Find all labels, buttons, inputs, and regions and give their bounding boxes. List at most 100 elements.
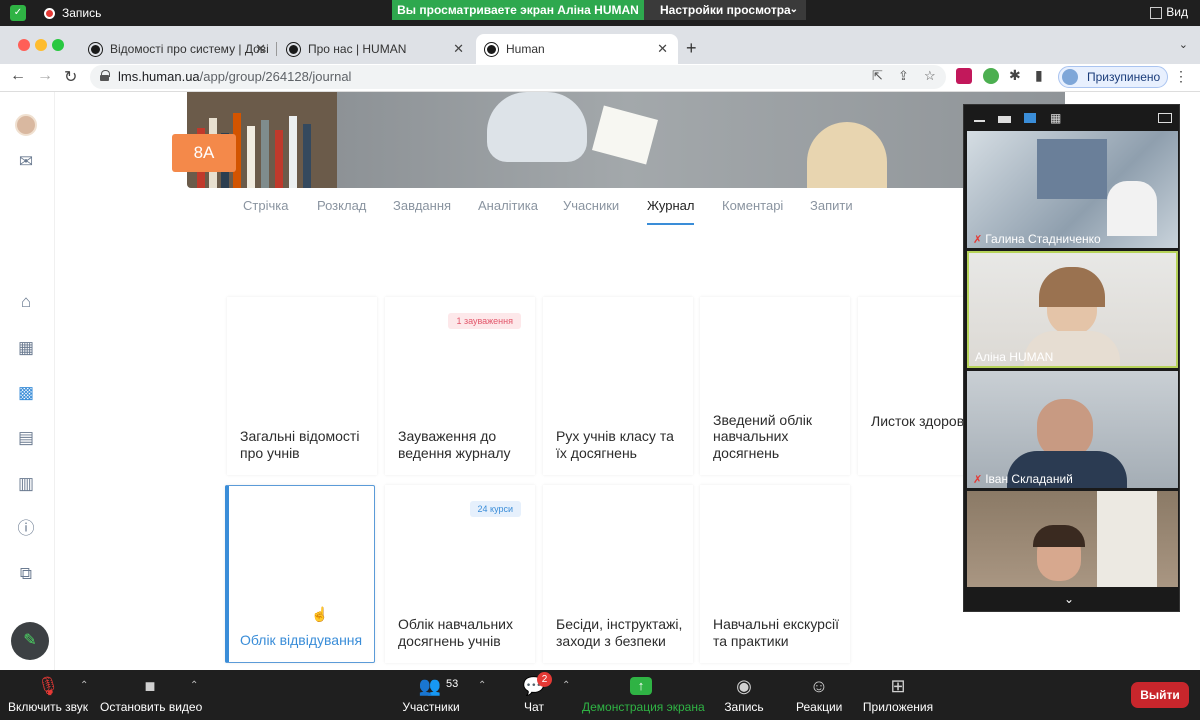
participant-tile-speaking[interactable]: Аліна HUMAN	[967, 251, 1178, 368]
apps-button[interactable]: ⊞ Приложения	[862, 670, 934, 720]
tab-tasks[interactable]: Завдання	[393, 198, 451, 213]
video-panel-header: ▦	[964, 105, 1181, 131]
window-close-button[interactable]	[18, 39, 30, 51]
tab-feed[interactable]: Стрічка	[243, 198, 288, 213]
journal-card[interactable]: 1 зауваження Зауваження до ведення журна…	[385, 297, 535, 475]
stop-video-button[interactable]: ■ Остановить видео	[100, 670, 202, 720]
browser-tab[interactable]: Відомості про систему | Дові ✕	[80, 34, 277, 64]
participant-tile[interactable]	[967, 491, 1178, 587]
tab-list-chevron-icon[interactable]: ⌄	[1179, 38, 1188, 51]
reactions-button[interactable]: ☺ Реакции	[796, 670, 842, 720]
chevron-down-icon: ⌄	[789, 4, 798, 15]
tab-schedule[interactable]: Розклад	[317, 198, 366, 213]
tab-analytics[interactable]: Аналітика	[478, 198, 538, 213]
close-tab-icon[interactable]: ✕	[453, 34, 464, 64]
participants-icon: 👥	[418, 676, 442, 696]
user-avatar[interactable]	[15, 114, 37, 136]
journal-card[interactable]: Зведений облік навчальних досягнень	[700, 297, 850, 475]
courses-badge: 24 курси	[469, 501, 521, 517]
browser-tab-active[interactable]: Human ✕	[476, 34, 678, 64]
participants-options-chevron-icon[interactable]: ⌃	[478, 680, 486, 691]
mic-muted-icon: ✗	[973, 474, 983, 486]
tab-title: Відомості про систему | Дові	[110, 42, 269, 56]
record-button[interactable]: ◉ Запись	[722, 670, 766, 720]
info-icon[interactable]: ⓘ	[16, 519, 36, 539]
address-bar[interactable]: lms.human.ua/app/group/264128/journal ⇱ …	[90, 65, 946, 89]
security-shield-icon[interactable]: ✓	[10, 5, 26, 21]
journal-card-selected[interactable]: Облік відвідування ☝	[225, 485, 375, 663]
journal-card[interactable]: 24 курси Облік навчальних досягнень учні…	[385, 485, 535, 663]
browser-menu-icon[interactable]: ⋮	[1174, 68, 1188, 85]
analytics-bar-icon[interactable]: ▥	[16, 474, 36, 494]
back-icon[interactable]: ←	[10, 67, 26, 85]
gallery-view-icon[interactable]: ▦	[1050, 111, 1061, 125]
clipboard-icon[interactable]: ▤	[16, 428, 36, 448]
participant-tile[interactable]: ✗ Галина Стадниченко	[967, 131, 1178, 248]
pencil-icon[interactable]: ✎	[11, 622, 49, 660]
browser-toolbar: ← → ↻ lms.human.ua/app/group/264128/jour…	[0, 64, 1200, 92]
close-tab-icon[interactable]: ✕	[657, 34, 668, 64]
card-title: Навчальні екскурсії та практики	[713, 616, 839, 649]
journal-card[interactable]: Навчальні екскурсії та практики	[700, 485, 850, 663]
tab-title: Human	[506, 42, 545, 56]
extension-icon[interactable]	[956, 68, 972, 84]
mic-muted-icon: 🎙	[36, 676, 60, 696]
view-label: Вид	[1166, 5, 1188, 19]
browser-tab[interactable]: Про нас | HUMAN ✕	[278, 34, 474, 64]
audio-options-chevron-icon[interactable]: ⌃	[80, 680, 88, 691]
forward-icon[interactable]: →	[37, 67, 53, 85]
open-in-app-icon[interactable]: ⇱	[872, 68, 883, 84]
minimize-icon[interactable]	[974, 113, 985, 122]
class-badge: 8А	[172, 134, 236, 172]
card-title: Облік відвідування	[240, 631, 363, 648]
chat-options-chevron-icon[interactable]: ⌃	[562, 680, 570, 691]
tab-requests[interactable]: Запити	[810, 198, 853, 213]
extension-icon[interactable]	[983, 68, 999, 84]
app-sidebar: ✉ ⌂ ▦ ▩ ▤ ▥ ⓘ ⧉ ✎	[0, 92, 55, 670]
journal-card[interactable]: Загальні відомості про учнів	[227, 297, 377, 475]
window-minimize-button[interactable]	[35, 39, 47, 51]
view-settings-button[interactable]: Настройки просмотра ⌄	[644, 0, 806, 20]
extensions-puzzle-icon[interactable]: ✱	[1009, 67, 1021, 84]
tab-title: Про нас | HUMAN	[308, 42, 407, 56]
site-favicon-icon	[485, 43, 498, 56]
groups-grid-icon[interactable]: ▩	[16, 383, 36, 403]
tab-comments[interactable]: Коментарі	[722, 198, 783, 213]
calendar-icon[interactable]: ▦	[16, 338, 36, 358]
home-icon[interactable]: ⌂	[16, 292, 36, 312]
mail-icon[interactable]: ✉	[16, 152, 36, 172]
participant-tile[interactable]: ✗ Іван Складаний	[967, 371, 1178, 488]
tab-members[interactable]: Учасники	[563, 198, 619, 213]
exit-panel-icon[interactable]	[1158, 113, 1172, 123]
participants-button[interactable]: 👥 53 Участники	[400, 670, 462, 720]
profile-avatar	[1062, 69, 1078, 85]
new-tab-icon[interactable]: +	[686, 38, 697, 59]
journal-card[interactable]: Бесіди, інструктажі, заходи з безпеки	[543, 485, 693, 663]
participant-name: ✗ Іван Складаний	[973, 472, 1073, 486]
view-settings-label: Настройки просмотра	[660, 3, 791, 17]
leave-button[interactable]: Выйти	[1131, 682, 1189, 708]
hand-cursor-icon: ☝	[311, 606, 329, 622]
side-panel-icon[interactable]: ▮	[1035, 67, 1043, 84]
recording-label: Запись	[62, 6, 102, 20]
share-icon[interactable]: ⇪	[898, 68, 909, 84]
profile-paused-button[interactable]: Призупинено	[1058, 66, 1168, 88]
structure-icon[interactable]: ⧉	[16, 564, 36, 584]
tab-journal[interactable]: Журнал	[647, 198, 695, 225]
bookmark-star-icon[interactable]: ☆	[924, 68, 936, 84]
strip-view-icon[interactable]	[1024, 113, 1036, 123]
close-tab-icon[interactable]: ✕	[255, 34, 266, 64]
window-maximize-button[interactable]	[52, 39, 64, 51]
url-text[interactable]: lms.human.ua/app/group/264128/journal	[118, 69, 351, 84]
reload-icon[interactable]: ↻	[64, 67, 77, 87]
card-title: Зауваження до ведення журналу	[398, 428, 511, 461]
chevron-down-icon[interactable]: ⌄	[1064, 592, 1074, 606]
browser-tab-strip: Відомості про систему | Дові ✕ Про нас |…	[0, 26, 1200, 64]
video-options-chevron-icon[interactable]: ⌃	[190, 680, 198, 691]
screen-share-banner: Вы просматриваете экран Аліна HUMAN	[392, 0, 644, 20]
unmute-button[interactable]: 🎙 Включить звук	[6, 670, 90, 720]
journal-card[interactable]: Рух учнів класу та їх досягнень	[543, 297, 693, 475]
video-camera-icon: ■	[144, 676, 156, 696]
view-button[interactable]: Вид	[1150, 5, 1188, 19]
speaker-view-icon[interactable]	[998, 116, 1011, 123]
